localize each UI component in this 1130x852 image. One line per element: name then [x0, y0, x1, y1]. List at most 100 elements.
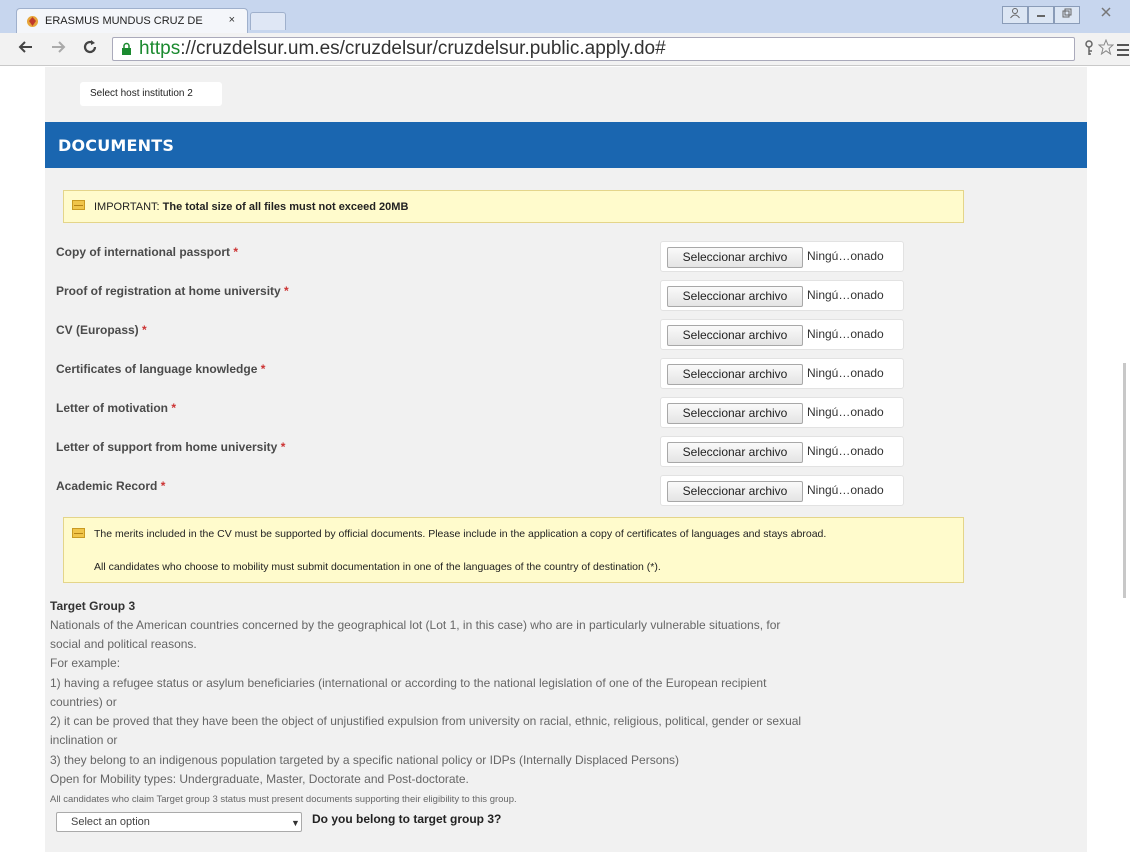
doc-row-support-letter: Letter of support from home university *…: [56, 436, 904, 467]
doc-label: Academic Record *: [56, 479, 165, 493]
target-group-line: Open for Mobility types: Undergraduate, …: [50, 772, 469, 786]
user-icon[interactable]: [1002, 6, 1028, 24]
file-status: Ningú…onado: [807, 327, 884, 341]
forward-icon[interactable]: [50, 39, 66, 60]
file-input[interactable]: Seleccionar archivo Ningú…onado: [660, 280, 904, 311]
back-icon[interactable]: [18, 39, 34, 60]
select-file-button[interactable]: Seleccionar archivo: [667, 325, 803, 346]
size-notice: IMPORTANT: The total size of all files m…: [63, 190, 964, 223]
target-group-line: Nationals of the American countries conc…: [50, 618, 781, 632]
address-bar[interactable]: https://cruzdelsur.um.es/cruzdelsur/cruz…: [112, 37, 1075, 61]
target-group-note: All candidates who claim Target group 3 …: [50, 794, 517, 805]
select-value: Select an option: [71, 816, 150, 828]
select-file-button[interactable]: Seleccionar archivo: [667, 442, 803, 463]
select-file-button[interactable]: Seleccionar archivo: [667, 286, 803, 307]
scrollbar-thumb[interactable]: [1123, 363, 1126, 598]
doc-row-passport: Copy of international passport * Selecci…: [56, 241, 904, 272]
minimize-icon[interactable]: [1028, 6, 1054, 24]
select-file-button[interactable]: Seleccionar archivo: [667, 403, 803, 424]
tab-title: ERASMUS MUNDUS CRUZ DE: [45, 15, 203, 27]
file-status: Ningú…onado: [807, 288, 884, 302]
doc-label-text: Letter of support from home university: [56, 440, 278, 454]
file-input[interactable]: Seleccionar archivo Ningú…onado: [660, 397, 904, 428]
target-group-line: countries) or: [50, 695, 117, 709]
file-input[interactable]: Seleccionar archivo Ningú…onado: [660, 436, 904, 467]
required-mark: *: [233, 245, 239, 259]
merits-notice-text: The merits included in the CV must be su…: [94, 528, 827, 540]
required-mark: *: [260, 362, 266, 376]
merits-notice: The merits included in the CV must be su…: [63, 517, 964, 583]
envelope-icon: [72, 200, 85, 210]
doc-label-text: Certificates of language knowledge: [56, 362, 258, 376]
doc-label: Copy of international passport *: [56, 245, 238, 259]
target-group-line: inclination or: [50, 733, 118, 747]
target-group-line: 3) they belong to an indigenous populati…: [50, 753, 680, 767]
doc-label: CV (Europass) *: [56, 323, 147, 337]
file-status: Ningú…onado: [807, 444, 884, 458]
file-input[interactable]: Seleccionar archivo Ningú…onado: [660, 319, 904, 350]
file-input[interactable]: Seleccionar archivo Ningú…onado: [660, 358, 904, 389]
key-icon[interactable]: [1083, 40, 1095, 61]
doc-row-registration: Proof of registration at home university…: [56, 280, 904, 311]
target-group-line: 1) having a refugee status or asylum ben…: [50, 676, 767, 690]
tab-close-icon[interactable]: ×: [229, 14, 235, 26]
target-group-line: social and political reasons.: [50, 637, 197, 651]
target-group-question: Do you belong to target group 3?: [312, 812, 502, 826]
doc-label: Proof of registration at home university…: [56, 284, 289, 298]
menu-icon[interactable]: [1117, 41, 1129, 62]
target-group-line: 2) it can be proved that they have been …: [50, 714, 802, 728]
host-tab-label: Select host institution 2: [90, 88, 193, 99]
doc-row-academic-record: Academic Record * Seleccionar archivo Ni…: [56, 475, 904, 506]
file-status: Ningú…onado: [807, 405, 884, 419]
required-mark: *: [171, 401, 177, 415]
file-status: Ningú…onado: [807, 249, 884, 263]
target-group-select[interactable]: Select an option ▼: [56, 812, 302, 832]
file-status: Ningú…onado: [807, 483, 884, 497]
required-mark: *: [160, 479, 166, 493]
doc-label: Letter of motivation *: [56, 401, 176, 415]
lock-icon: [122, 42, 131, 55]
scrollbar[interactable]: [1112, 67, 1130, 852]
required-mark: *: [284, 284, 289, 298]
documents-header: DOCUMENTS: [45, 122, 1087, 168]
notice-prefix: IMPORTANT:: [94, 201, 160, 213]
doc-label-text: Academic Record: [56, 479, 158, 493]
select-file-button[interactable]: Seleccionar archivo: [667, 247, 803, 268]
documents-title: DOCUMENTS: [58, 136, 175, 155]
doc-label-text: Copy of international passport: [56, 245, 231, 259]
reload-icon[interactable]: [82, 39, 98, 60]
restore-icon[interactable]: [1054, 6, 1080, 24]
target-group-title: Target Group 3: [50, 599, 136, 613]
url-scheme: https: [139, 38, 181, 59]
notice-bold: The total size of all files must not exc…: [162, 201, 409, 213]
doc-label-text: CV (Europass): [56, 323, 139, 337]
doc-label: Certificates of language knowledge *: [56, 362, 265, 376]
file-input[interactable]: Seleccionar archivo Ningú…onado: [660, 475, 904, 506]
select-file-button[interactable]: Seleccionar archivo: [667, 481, 803, 502]
envelope-icon: [72, 528, 85, 538]
doc-label: Letter of support from home university *: [56, 440, 285, 454]
doc-row-language-certificates: Certificates of language knowledge * Sel…: [56, 358, 904, 389]
required-mark: *: [142, 323, 147, 337]
file-status: Ningú…onado: [807, 366, 884, 380]
page-content: Select host institution 2 DOCUMENTS IMPO…: [0, 67, 1130, 852]
doc-label-text: Letter of motivation: [56, 401, 169, 415]
favicon-icon: [27, 16, 38, 27]
doc-label-text: Proof of registration at home university: [56, 284, 281, 298]
select-host-institution-2-tab[interactable]: Select host institution 2: [80, 82, 222, 106]
doc-row-motivation: Letter of motivation * Seleccionar archi…: [56, 397, 904, 428]
browser-tab[interactable]: ERASMUS MUNDUS CRUZ DE ×: [16, 8, 248, 33]
window-controls: [1002, 6, 1126, 24]
new-tab-button[interactable]: [250, 12, 286, 30]
url-text: ://cruzdelsur.um.es/cruzdelsur/cruzdelsu…: [180, 38, 666, 59]
required-mark: *: [280, 440, 286, 454]
close-window-icon[interactable]: [1086, 6, 1126, 24]
doc-row-cv: CV (Europass) * Seleccionar archivo Ning…: [56, 319, 904, 350]
tab-strip: ERASMUS MUNDUS CRUZ DE ×: [0, 0, 1130, 33]
target-group-line: For example:: [50, 656, 121, 670]
chevron-down-icon: ▼: [291, 818, 300, 828]
file-input[interactable]: Seleccionar archivo Ningú…onado: [660, 241, 904, 272]
star-icon[interactable]: [1097, 38, 1115, 60]
select-file-button[interactable]: Seleccionar archivo: [667, 364, 803, 385]
browser-toolbar: https://cruzdelsur.um.es/cruzdelsur/cruz…: [0, 33, 1130, 66]
